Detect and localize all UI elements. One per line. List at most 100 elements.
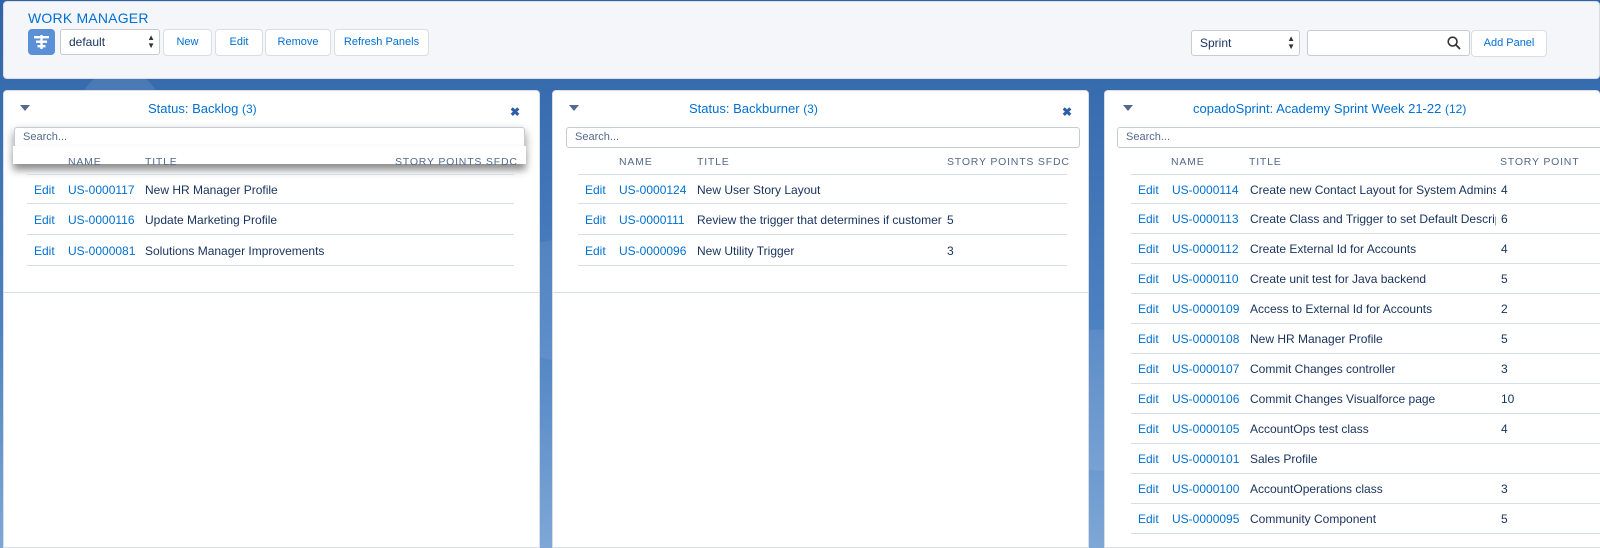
row-edit-link[interactable]: Edit (1138, 422, 1159, 436)
row-name-link[interactable]: US-0000112 (1172, 242, 1239, 256)
panel-search-input[interactable] (1307, 30, 1470, 56)
row-name-link[interactable]: US-0000117 (68, 183, 135, 197)
row-name-link[interactable]: US-0000111 (619, 213, 685, 227)
panel-title: copadoSprint: Academy Sprint Week 21-22 … (1193, 101, 1466, 116)
row-title: New Utility Trigger (697, 244, 795, 258)
table-row: Edit US-0000101 Sales Profile (1131, 444, 1600, 474)
add-panel-button[interactable]: Add Panel (1471, 30, 1547, 57)
row-title: Review the trigger that determines if cu… (697, 213, 943, 227)
row-title: Commit Changes Visualforce page (1250, 392, 1436, 406)
row-title: Create Class and Trigger to set Default … (1250, 212, 1496, 226)
row-name-link[interactable]: US-0000105 (1172, 422, 1239, 436)
collapse-caret-icon[interactable] (20, 105, 30, 111)
table-row: Edit US-0000106 Commit Changes Visualforce… (1131, 384, 1600, 414)
column-header-name: NAME (1171, 156, 1205, 168)
row-edit-link[interactable]: Edit (1138, 302, 1159, 316)
row-name-link[interactable]: US-0000116 (68, 213, 135, 227)
row-edit-link[interactable]: Edit (34, 213, 55, 227)
collapse-caret-icon[interactable] (569, 105, 579, 111)
row-edit-link[interactable]: Edit (1138, 183, 1159, 197)
row-title: New HR Manager Profile (1250, 332, 1383, 346)
row-points: 5 (1501, 332, 1508, 346)
view-select-value: default (69, 35, 106, 49)
row-edit-link[interactable]: Edit (1138, 242, 1159, 256)
table-row: Edit US-0000096 New Utility Trigger 3 (578, 236, 1067, 266)
row-edit-link[interactable]: Edit (34, 183, 55, 197)
panel-backburner: Status: Backburner (3) ✖ Search... NAME … (552, 90, 1089, 548)
app-header: WORK MANAGER default ▲ ▼ New Edit Remove … (3, 1, 1600, 79)
table-row: Edit US-0000081 Solutions Manager Improv… (27, 236, 514, 266)
row-edit-link[interactable]: Edit (1138, 392, 1159, 406)
row-name-link[interactable]: US-0000109 (1172, 302, 1239, 316)
row-points: 5 (947, 213, 954, 227)
row-title: AccountOps test class (1250, 422, 1369, 436)
row-edit-link[interactable]: Edit (34, 244, 55, 258)
panel-divider (4, 292, 539, 293)
row-points: 3 (1501, 482, 1508, 496)
panel-backlog: Status: Backlog (3) ✖ Search... NAME TIT… (3, 90, 540, 548)
panel-search-field[interactable]: Search... (566, 127, 1080, 148)
edit-button[interactable]: Edit (215, 29, 263, 56)
row-edit-link[interactable]: Edit (1138, 512, 1159, 526)
column-header-name: NAME (68, 156, 102, 168)
row-name-link[interactable]: US-0000107 (1172, 362, 1239, 376)
row-edit-link[interactable]: Edit (1138, 332, 1159, 346)
panel-search-field[interactable]: Search... (1117, 127, 1600, 148)
row-name-link[interactable]: US-0000124 (619, 183, 686, 197)
row-title: Commit Changes controller (1250, 362, 1396, 376)
row-edit-link[interactable]: Edit (1138, 212, 1159, 226)
work-manager-icon[interactable] (28, 29, 55, 55)
panel-title-text: copadoSprint: Academy Sprint Week 21-22 (1193, 101, 1442, 116)
table-row: Edit US-0000113 Create Class and Trigger t… (1131, 204, 1600, 234)
panel-header: Status: Backburner (3) ✖ (553, 91, 1088, 125)
row-edit-link[interactable]: Edit (585, 213, 606, 227)
row-points: 6 (1501, 212, 1508, 226)
row-name-link[interactable]: US-0000081 (68, 244, 135, 258)
column-header-title: TITLE (1249, 156, 1282, 168)
row-points: 3 (1501, 362, 1508, 376)
panel-count: (3) (241, 102, 257, 116)
row-name-link[interactable]: US-0000095 (1172, 512, 1239, 526)
row-edit-link[interactable]: Edit (585, 183, 606, 197)
row-name-link[interactable]: US-0000100 (1172, 482, 1239, 496)
panel-type-select[interactable]: Sprint ▲ ▼ (1191, 30, 1300, 56)
table-row: Edit US-0000111 Review the trigger that … (578, 205, 1067, 235)
row-edit-link[interactable]: Edit (1138, 362, 1159, 376)
row-name-link[interactable]: US-0000101 (1172, 452, 1239, 466)
select-arrows-icon: ▲ ▼ (147, 33, 155, 50)
row-edit-link[interactable]: Edit (585, 244, 606, 258)
row-title: AccountOperations class (1250, 482, 1383, 496)
row-title: Create new Contact Layout for System Adm… (1250, 183, 1496, 197)
row-name-link[interactable]: US-0000113 (1172, 212, 1239, 226)
row-title: New User Story Layout (697, 183, 821, 197)
close-icon[interactable]: ✖ (510, 105, 520, 119)
table-row: Edit US-0000109 Access to External Id for … (1131, 294, 1600, 324)
row-name-link[interactable]: US-0000114 (1172, 183, 1239, 197)
table-row: Edit US-0000114 Create new Contact Layout … (1131, 174, 1600, 204)
panel-type-select-value: Sprint (1200, 36, 1232, 50)
row-points: 2 (1501, 302, 1508, 316)
row-points: 4 (1501, 183, 1508, 197)
row-points: 4 (1501, 422, 1508, 436)
row-name-link[interactable]: US-0000110 (1172, 272, 1239, 286)
panel-sprint: copadoSprint: Academy Sprint Week 21-22 … (1104, 90, 1600, 548)
row-name-link[interactable]: US-0000096 (619, 244, 686, 258)
column-header-points: STORY POINTS SFDC (395, 156, 518, 168)
row-title: Update Marketing Profile (145, 213, 278, 227)
panel-search-field[interactable]: Search... (13, 127, 526, 164)
collapse-caret-icon[interactable] (1123, 105, 1133, 111)
row-edit-link[interactable]: Edit (1138, 272, 1159, 286)
row-name-link[interactable]: US-0000106 (1172, 392, 1239, 406)
view-select[interactable]: default ▲ ▼ (60, 29, 160, 55)
row-edit-link[interactable]: Edit (1138, 452, 1159, 466)
row-title: Create External Id for Accounts (1250, 242, 1417, 256)
refresh-panels-button[interactable]: Refresh Panels (334, 29, 429, 56)
row-title: Sales Profile (1250, 452, 1318, 466)
row-name-link[interactable]: US-0000108 (1172, 332, 1239, 346)
close-icon[interactable]: ✖ (1062, 105, 1072, 119)
new-button[interactable]: New (163, 29, 212, 56)
row-edit-link[interactable]: Edit (1138, 482, 1159, 496)
row-title: Access to External Id for Accounts (1250, 302, 1433, 316)
remove-button[interactable]: Remove (265, 29, 331, 56)
row-points: 10 (1501, 392, 1515, 406)
